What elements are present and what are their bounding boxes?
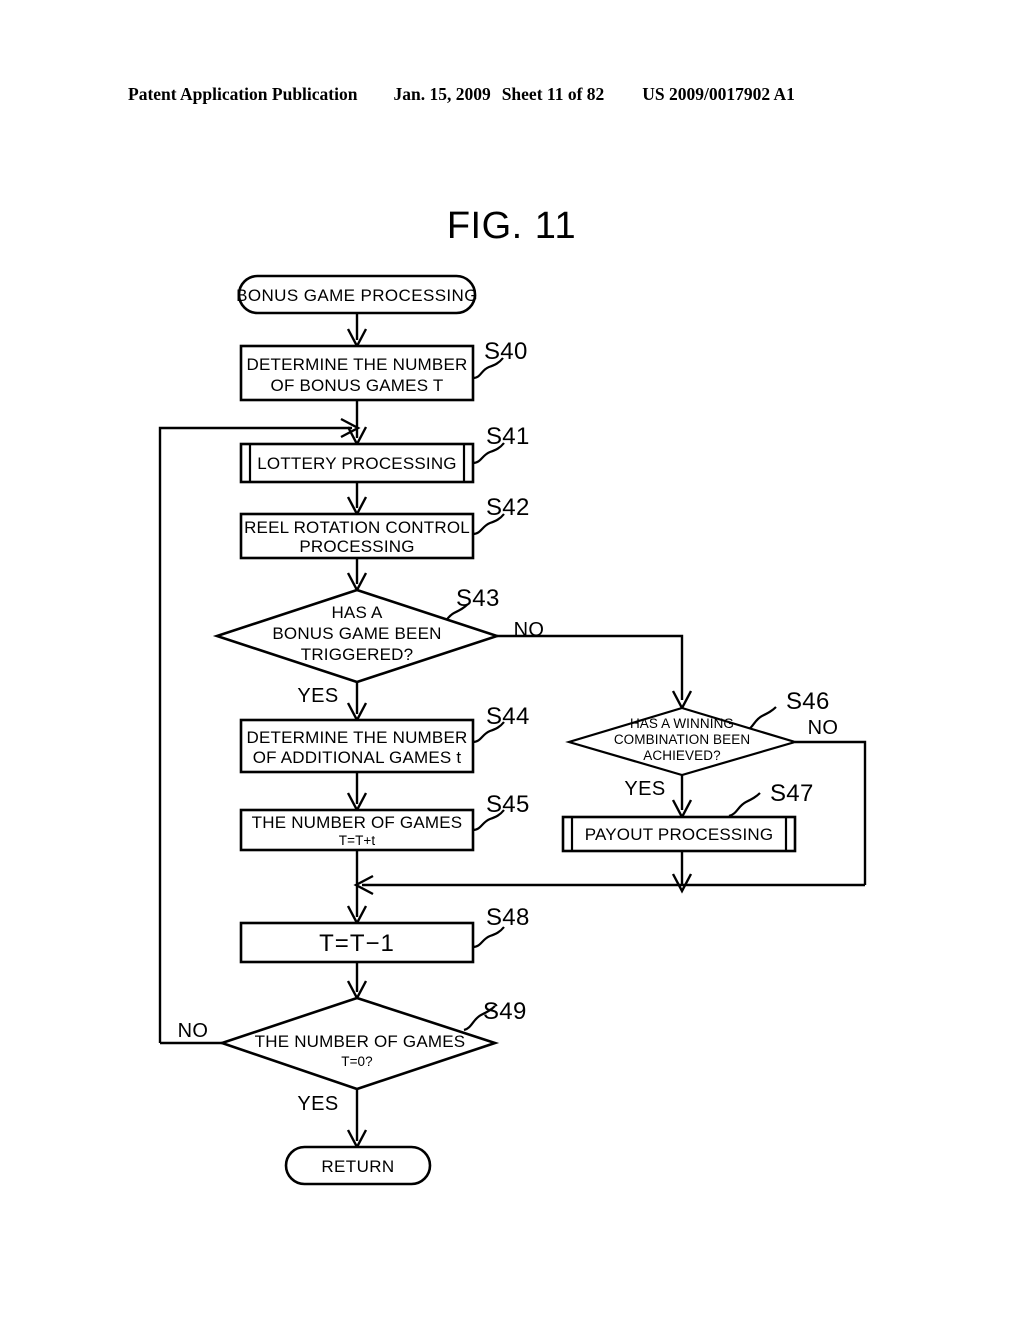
node-s44-process: DETERMINE THE NUMBER OF ADDITIONAL GAMES… [239,703,530,774]
s45-line1: THE NUMBER OF GAMES [252,813,463,832]
connector-s46-no-to-merge [795,740,867,885]
s43-step-label: S43 [456,585,500,612]
return-terminator-label: RETURN [321,1157,394,1176]
s47-step-label: S47 [770,780,814,807]
s41-line1: LOTTERY PROCESSING [257,454,456,473]
s41-step-label: S41 [486,423,530,450]
s44-line2: OF ADDITIONAL GAMES t [253,748,462,767]
flowchart-diagram: BONUS GAME PROCESSING DETERMINE THE NUMB… [158,274,867,1186]
s43-line3: TRIGGERED? [301,645,414,664]
s46-line1: HAS A WINNING [630,716,734,731]
node-s49-decision: THE NUMBER OF GAMES T=0? S49 NO YES [178,996,527,1115]
s42-step-label: S42 [486,494,530,521]
s46-no-label: NO [808,717,839,739]
s43-yes-label: YES [297,685,338,707]
s43-no-label: NO [514,619,545,641]
s49-yes-label: YES [297,1093,338,1115]
s46-step-label: S46 [786,688,830,715]
s40-line2: OF BONUS GAMES T [271,376,444,395]
s49-line2: T=0? [341,1054,373,1069]
s45-line2: T=T+t [339,833,376,848]
s48-line1: T=T−1 [319,930,395,957]
s42-line2: PROCESSING [299,537,414,556]
connector-s43-no-to-s46 [497,634,684,700]
s42-line1: REEL ROTATION CONTROL [244,518,470,537]
s46-yes-label: YES [624,778,665,800]
leader-s47 [728,792,761,818]
s47-line1: PAYOUT PROCESSING [585,825,774,844]
node-s48-process: T=T−1 S48 [239,904,530,964]
s46-line3: ACHIEVED? [643,748,720,763]
s40-line1: DETERMINE THE NUMBER [247,355,468,374]
s49-no-label: NO [178,1020,209,1042]
s49-line1: THE NUMBER OF GAMES [255,1032,466,1051]
s43-line2: BONUS GAME BEEN [272,624,441,643]
node-start-terminator: BONUS GAME PROCESSING [236,274,478,315]
s48-step-label: S48 [486,904,530,931]
patent-page: Patent Application Publication Jan. 15, … [0,0,1024,1320]
s44-line1: DETERMINE THE NUMBER [247,728,468,747]
node-return-terminator: RETURN [284,1145,432,1186]
s40-step-label: S40 [484,338,528,365]
s45-step-label: S45 [486,791,530,818]
node-s43-decision: HAS A BONUS GAME BEEN TRIGGERED? S43 YES… [212,585,545,707]
s49-step-label: S49 [483,998,527,1025]
s46-line2: COMBINATION BEEN [614,732,750,747]
s44-step-label: S44 [486,703,530,730]
node-s47-predefined-process: PAYOUT PROCESSING S47 [561,780,814,853]
start-terminator-label: BONUS GAME PROCESSING [236,286,478,305]
s43-line1: HAS A [331,603,383,622]
node-s41-predefined-process: LOTTERY PROCESSING S41 [239,423,530,484]
